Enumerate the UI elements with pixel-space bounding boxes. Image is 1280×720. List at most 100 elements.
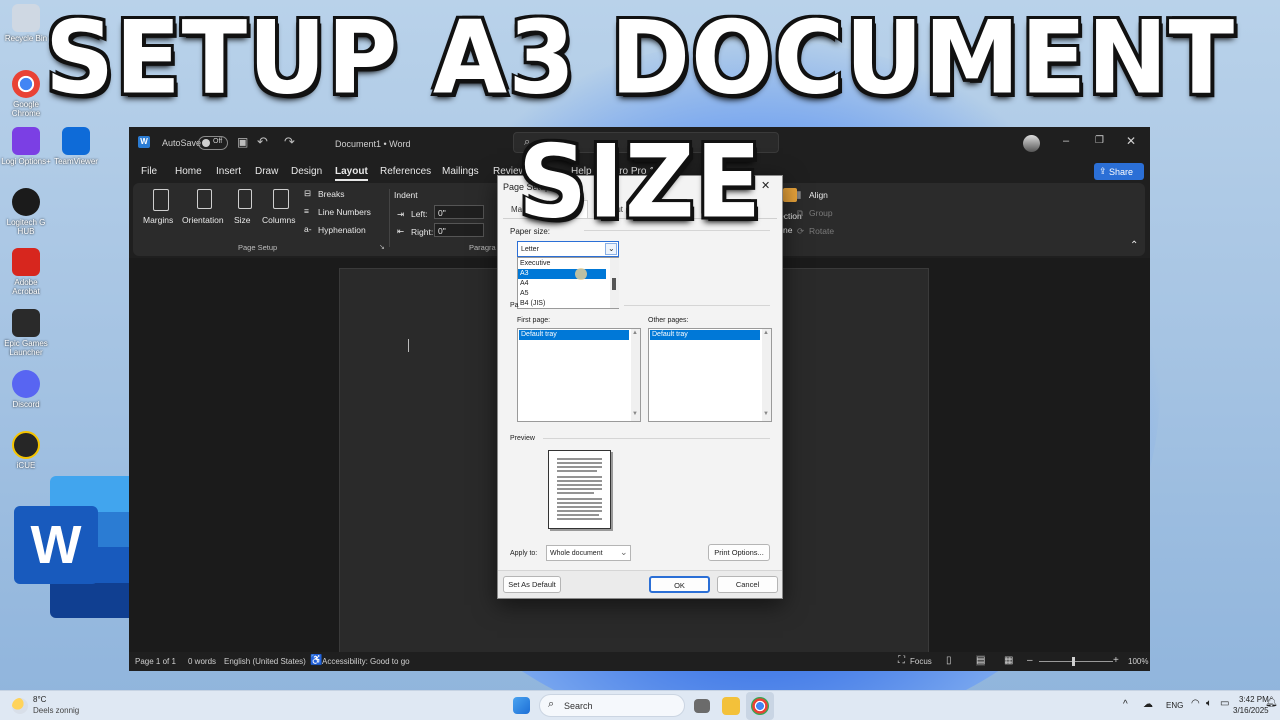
list-item-a4[interactable]: A4 bbox=[518, 279, 608, 289]
page-count[interactable]: Page 1 of 1 bbox=[135, 657, 176, 666]
list-scrollbar-thumb[interactable] bbox=[612, 278, 616, 290]
dropdown-button[interactable]: ⌄ bbox=[605, 243, 617, 255]
set-as-default-button[interactable]: Set As Default bbox=[503, 576, 561, 593]
list-item-a5[interactable]: A5 bbox=[518, 289, 608, 299]
onedrive-icon[interactable]: ☁ bbox=[1143, 699, 1153, 710]
print-options-label: Print Options... bbox=[714, 548, 764, 557]
list-item-a3[interactable]: A3 bbox=[518, 268, 606, 280]
desktop-icon-label: iCUE bbox=[16, 461, 36, 470]
scroll-down-icon[interactable]: ▼ bbox=[763, 411, 769, 417]
first-page-tray-selected[interactable]: Default tray bbox=[519, 330, 629, 340]
status-bar: Page 1 of 1 0 words English (United Stat… bbox=[129, 652, 1150, 671]
paper-size-value: Letter bbox=[521, 246, 539, 253]
page-preview bbox=[548, 450, 611, 529]
desktop-icon-discord[interactable]: Discord bbox=[0, 370, 52, 409]
focus-button[interactable]: Focus bbox=[910, 657, 932, 666]
first-page-label: First page: bbox=[517, 317, 551, 324]
set-as-default-label: Set As Default bbox=[508, 580, 556, 589]
web-layout-icon[interactable]: ▦ bbox=[1004, 655, 1013, 666]
language-status[interactable]: English (United States) bbox=[224, 657, 306, 666]
list-item-label: A5 bbox=[520, 290, 529, 297]
read-mode-icon[interactable]: ▯ bbox=[946, 655, 952, 666]
tray-scrollbar[interactable]: ▲ ▼ bbox=[631, 329, 640, 421]
taskbar-search-label: Search bbox=[564, 701, 593, 711]
desktop-icon-epic-games[interactable]: Epic Games Launcher bbox=[0, 309, 52, 357]
headline: SETUP A3 DOCUMENT SIZE bbox=[44, 0, 1236, 241]
paragraph-group-label: Paragra bbox=[469, 243, 496, 252]
task-view-icon[interactable] bbox=[694, 699, 710, 713]
print-options-button[interactable]: Print Options... bbox=[708, 544, 770, 561]
notification-bell-icon[interactable]: 🔔︎ bbox=[1265, 697, 1278, 708]
preview-label: Preview bbox=[510, 435, 535, 442]
desktop-icon-icue[interactable]: iCUE bbox=[0, 431, 52, 470]
scroll-up-icon[interactable]: ▲ bbox=[632, 330, 638, 336]
zoom-in-icon[interactable]: + bbox=[1113, 655, 1119, 666]
discord-icon bbox=[12, 370, 40, 398]
temperature[interactable]: 8°C bbox=[33, 695, 46, 704]
chrome-icon bbox=[751, 697, 769, 715]
list-scrollbar[interactable] bbox=[610, 258, 619, 308]
preview-text-lines bbox=[557, 458, 602, 520]
tray-label: Default tray bbox=[652, 331, 688, 338]
print-layout-icon[interactable]: ▤ bbox=[976, 655, 986, 666]
clock-date[interactable]: 3/16/2025 bbox=[1233, 706, 1269, 715]
list-item-label: Executive bbox=[520, 260, 551, 267]
icue-icon bbox=[12, 431, 40, 459]
chevron-up-icon[interactable]: ^ bbox=[1123, 699, 1128, 710]
zoom-level[interactable]: 100% bbox=[1128, 657, 1148, 666]
tray-label: Default tray bbox=[521, 331, 557, 338]
volume-icon[interactable]: 🔈︎ bbox=[1206, 698, 1212, 709]
desktop-icon-label: Epic Games Launcher bbox=[4, 339, 48, 357]
apply-to-value: Whole document bbox=[550, 550, 603, 557]
scroll-down-icon[interactable]: ▼ bbox=[632, 411, 638, 417]
apply-to-label: Apply to: bbox=[510, 550, 538, 557]
zoom-slider-thumb[interactable] bbox=[1072, 657, 1075, 666]
chrome-taskbar-button[interactable] bbox=[746, 692, 774, 720]
section-rule bbox=[543, 438, 770, 439]
chevron-down-icon: ⌄ bbox=[620, 547, 628, 557]
start-icon[interactable] bbox=[513, 697, 530, 714]
paper-size-list: Executive A3 A4 A5 B4 (JIS) bbox=[517, 257, 619, 309]
list-item-label: A4 bbox=[520, 280, 529, 287]
language-indicator[interactable]: ENG bbox=[1166, 701, 1183, 710]
wifi-icon[interactable]: ◠ bbox=[1191, 698, 1200, 709]
cancel-button[interactable]: Cancel bbox=[717, 576, 778, 593]
accessibility-icon: ♿ bbox=[310, 655, 323, 666]
search-icon: ⌕ bbox=[548, 698, 555, 710]
list-item-b4-jis[interactable]: B4 (JIS) bbox=[518, 299, 608, 309]
list-item-label: A3 bbox=[520, 270, 529, 277]
word-logo-letter: W bbox=[14, 506, 98, 584]
tray-scrollbar[interactable]: ▲ ▼ bbox=[762, 329, 771, 421]
accessibility-status[interactable]: Accessibility: Good to go bbox=[322, 657, 410, 666]
ok-button[interactable]: OK bbox=[649, 576, 710, 593]
list-item-executive[interactable]: Executive bbox=[518, 259, 608, 269]
weather-text[interactable]: Deels zonnig bbox=[33, 706, 79, 715]
page-setup-launcher-icon[interactable]: ↘ bbox=[379, 243, 385, 251]
battery-icon[interactable]: ▭ bbox=[1220, 698, 1229, 709]
scroll-up-icon[interactable]: ▲ bbox=[763, 330, 769, 336]
zoom-out-icon[interactable]: – bbox=[1027, 655, 1033, 666]
desktop-icon-adobe-acrobat[interactable]: Adobe Acrobat bbox=[0, 248, 52, 296]
apply-to-select[interactable]: Whole document ⌄ bbox=[546, 545, 631, 561]
taskbar-search[interactable]: ⌕ Search bbox=[539, 694, 685, 717]
cancel-label: Cancel bbox=[735, 580, 760, 589]
zoom-slider[interactable] bbox=[1039, 661, 1113, 662]
acrobat-icon bbox=[12, 248, 40, 276]
chevron-down-icon: ⌄ bbox=[608, 244, 615, 253]
text-cursor bbox=[408, 339, 409, 352]
other-pages-tray-selected[interactable]: Default tray bbox=[650, 330, 760, 340]
focus-icon: ⛶ bbox=[898, 655, 905, 666]
epic-games-icon bbox=[12, 309, 40, 337]
paper-source-label: Pa bbox=[510, 302, 519, 309]
page-setup-group-label: Page Setup bbox=[238, 243, 278, 252]
file-explorer-icon[interactable] bbox=[722, 697, 740, 715]
desktop-icon-label: Adobe Acrobat bbox=[12, 278, 40, 296]
weather-icon[interactable] bbox=[12, 698, 28, 714]
word-count[interactable]: 0 words bbox=[188, 657, 216, 666]
other-pages-label: Other pages: bbox=[648, 317, 689, 324]
section-rule bbox=[624, 305, 770, 306]
ok-label: OK bbox=[674, 581, 685, 590]
taskbar: 8°C Deels zonnig ⌕ Search ^ ☁ ENG ◠ 🔈︎ ▭… bbox=[0, 690, 1280, 720]
first-page-tray-list[interactable]: Default tray ▲ ▼ bbox=[517, 328, 641, 422]
other-pages-tray-list[interactable]: Default tray ▲ ▼ bbox=[648, 328, 772, 422]
